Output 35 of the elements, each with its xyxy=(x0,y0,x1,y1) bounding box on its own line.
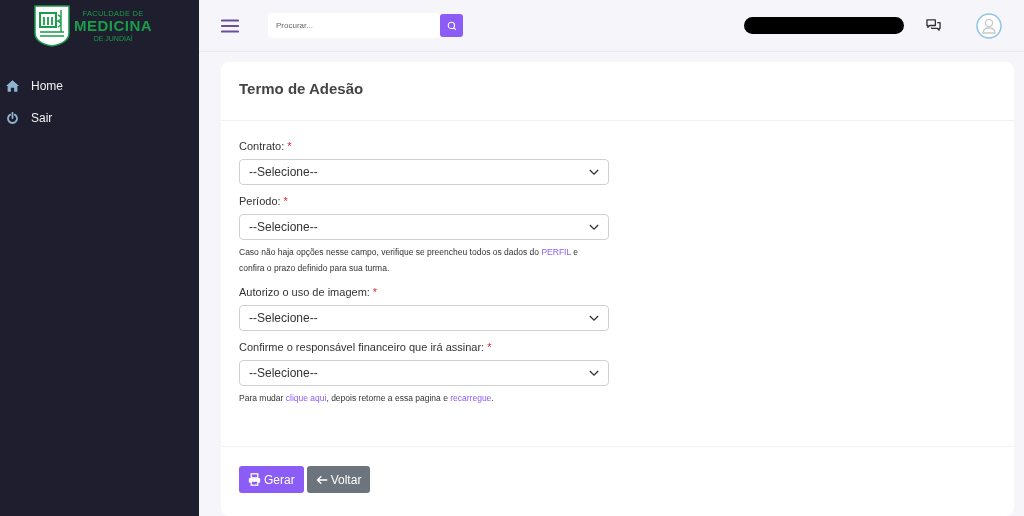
home-icon xyxy=(6,80,19,92)
select-field[interactable]: --Selecione-- xyxy=(239,159,609,185)
crest-icon xyxy=(34,5,70,47)
arrow-left-icon xyxy=(315,473,328,486)
logo-text: MEDICINA xyxy=(74,17,153,33)
required-mark: * xyxy=(372,286,378,298)
search-button[interactable] xyxy=(440,14,463,37)
chat-icon[interactable] xyxy=(926,18,941,33)
required-mark: * xyxy=(283,195,288,207)
link[interactable]: PERFIL xyxy=(541,247,571,257)
printer-icon xyxy=(248,473,261,486)
generate-button[interactable]: Gerar xyxy=(239,466,304,493)
chevron-down-icon xyxy=(589,168,599,176)
power-icon xyxy=(6,112,19,124)
required-mark: * xyxy=(287,140,292,152)
required-mark: * xyxy=(487,341,492,353)
search-field[interactable]: Procurar... xyxy=(268,13,440,38)
select-field[interactable]: --Selecione-- xyxy=(239,305,609,331)
chevron-down-icon xyxy=(589,369,599,377)
field-label: Contrato: xyxy=(239,140,285,152)
search-icon xyxy=(446,20,457,31)
select-field[interactable]: --Selecione-- xyxy=(239,214,609,240)
card-title: Termo de Adesão xyxy=(239,80,365,97)
chevron-down-icon xyxy=(589,314,599,322)
help-text: Para mudar clique aqui, depois retorne a essa pagina e recarregue. xyxy=(239,392,495,405)
field-label: Autorizo o uso de imagem: xyxy=(239,286,370,298)
back-button[interactable]: Voltar xyxy=(306,466,371,493)
help-text: Caso não haja opções nesse campo, verifique se preencheu todos os dados do PERFIL e confira o prazo definido para sua turma. xyxy=(239,246,579,275)
sidebar-item[interactable]: Sair xyxy=(0,102,59,134)
menu-icon[interactable] xyxy=(221,18,239,33)
select-field[interactable]: --Selecione-- xyxy=(239,360,609,386)
sidebar-item[interactable]: Home xyxy=(0,70,69,102)
chevron-down-icon xyxy=(589,223,599,231)
field-label: Período: xyxy=(239,195,281,207)
field-label: Confirme o responsável financeiro que irá assinar: xyxy=(239,341,485,353)
